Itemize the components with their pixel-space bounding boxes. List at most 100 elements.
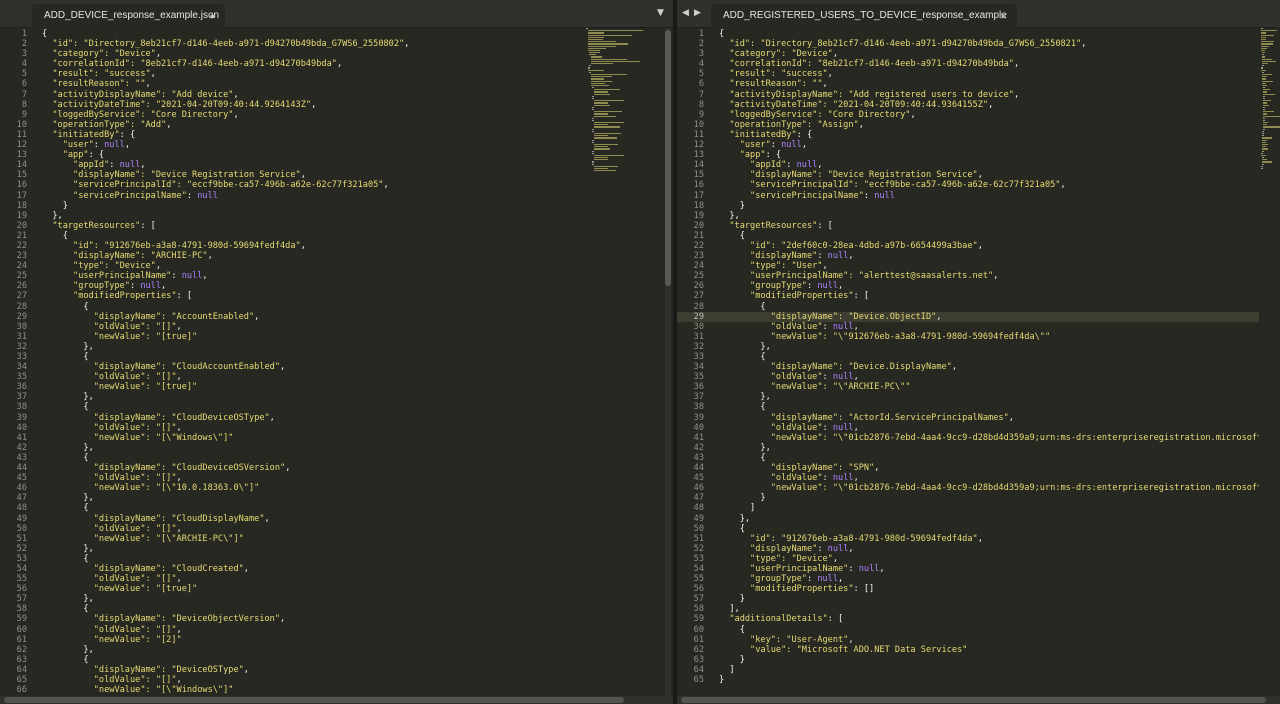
minimap[interactable]	[1259, 28, 1280, 696]
code-line[interactable]: 55 "oldValue": "[]",	[0, 574, 673, 584]
code-line[interactable]: 42 },	[0, 443, 673, 453]
code-line[interactable]: 28 {	[677, 302, 1280, 312]
code-line[interactable]: 57 },	[0, 594, 673, 604]
code-line[interactable]: 9 "loggedByService": "Core Directory",	[677, 110, 1280, 120]
code-line[interactable]: 39 "displayName": "ActorId.ServicePrinci…	[677, 413, 1280, 423]
code-line[interactable]: 44 "displayName": "SPN",	[677, 463, 1280, 473]
code-line[interactable]: 7 "activityDisplayName": "Add device",	[0, 90, 673, 100]
code-line[interactable]: 54 "displayName": "CloudCreated",	[0, 564, 673, 574]
minimap[interactable]	[584, 28, 664, 696]
code-line[interactable]: 29 "displayName": "Device.ObjectID",	[677, 311, 1280, 322]
code-line[interactable]: 58 ],	[677, 604, 1280, 614]
code-line[interactable]: 43 {	[0, 453, 673, 463]
code-line[interactable]: 45 "oldValue": null,	[677, 473, 1280, 483]
code-line[interactable]: 34 "displayName": "Device.DisplayName",	[677, 362, 1280, 372]
next-tab-icon[interactable]: ▶	[694, 0, 701, 27]
code-line[interactable]: 26 "groupType": null,	[677, 281, 1280, 291]
code-line[interactable]: 23 "displayName": "ARCHIE-PC",	[0, 251, 673, 261]
code-line[interactable]: 52 },	[0, 544, 673, 554]
code-line[interactable]: 59 "displayName": "DeviceObjectVersion",	[0, 614, 673, 624]
code-line[interactable]: 17 "servicePrincipalName": null	[677, 191, 1280, 201]
code-line[interactable]: 41 "newValue": "\"01cb2876-7ebd-4aa4-9cc…	[677, 433, 1280, 443]
code-line[interactable]: 14 "appId": null,	[0, 160, 673, 170]
code-line[interactable]: 13 "app": {	[677, 150, 1280, 160]
code-line[interactable]: 51 "id": "912676eb-a3a8-4791-980d-59694f…	[677, 534, 1280, 544]
code-line[interactable]: 49 },	[677, 514, 1280, 524]
code-line[interactable]: 24 "type": "Device",	[0, 261, 673, 271]
code-line[interactable]: 8 "activityDateTime": "2021-04-20T09:40:…	[677, 100, 1280, 110]
code-line[interactable]: 53 "type": "Device",	[677, 554, 1280, 564]
code-line[interactable]: 25 "userPrincipalName": null,	[0, 271, 673, 281]
code-line[interactable]: 20 "targetResources": [	[0, 221, 673, 231]
code-line[interactable]: 21 {	[0, 231, 673, 241]
code-line[interactable]: 3 "category": "Device",	[0, 49, 673, 59]
code-line[interactable]: 17 "servicePrincipalName": null	[0, 191, 673, 201]
code-line[interactable]: 56 "newValue": "[true]"	[0, 584, 673, 594]
code-line[interactable]: 41 "newValue": "[\"Windows\"]"	[0, 433, 673, 443]
code-area[interactable]: 1{2 "id": "Directory_8eb21cf7-d146-4eeb-…	[0, 29, 673, 695]
code-line[interactable]: 14 "appId": null,	[677, 160, 1280, 170]
code-line[interactable]: 47 }	[677, 493, 1280, 503]
code-line[interactable]: 13 "app": {	[0, 150, 673, 160]
code-line[interactable]: 30 "oldValue": "[]",	[0, 322, 673, 332]
code-line[interactable]: 39 "displayName": "CloudDeviceOSType",	[0, 413, 673, 423]
code-line[interactable]: 60 {	[677, 625, 1280, 635]
close-tab-icon[interactable]: ×	[1000, 4, 1007, 28]
code-line[interactable]: 51 "newValue": "[\"ARCHIE-PC\"]"	[0, 534, 673, 544]
code-line[interactable]: 36 "newValue": "\"ARCHIE-PC\""	[677, 382, 1280, 392]
code-line[interactable]: 33 {	[0, 352, 673, 362]
code-line[interactable]: 40 "oldValue": null,	[677, 423, 1280, 433]
code-line[interactable]: 43 {	[677, 453, 1280, 463]
code-line[interactable]: 66 "newValue": "[\"Windows\"]"	[0, 685, 673, 695]
code-line[interactable]: 42 },	[677, 443, 1280, 453]
code-line[interactable]: 4 "correlationId": "8eb21cf7-d146-4eeb-a…	[0, 59, 673, 69]
modified-indicator-icon[interactable]: ●	[210, 4, 215, 28]
code-line[interactable]: 65 "oldValue": "[]",	[0, 675, 673, 685]
code-line[interactable]: 62 "value": "Microsoft ADO.NET Data Serv…	[677, 645, 1280, 655]
code-line[interactable]: 31 "newValue": "\"912676eb-a3a8-4791-980…	[677, 332, 1280, 342]
code-line[interactable]: 56 "modifiedProperties": []	[677, 584, 1280, 594]
code-line[interactable]: 6 "resultReason": "",	[0, 79, 673, 89]
code-line[interactable]: 5 "result": "success",	[677, 69, 1280, 79]
code-line[interactable]: 37 },	[0, 392, 673, 402]
code-line[interactable]: 15 "displayName": "Device Registration S…	[0, 170, 673, 180]
code-line[interactable]: 24 "type": "User",	[677, 261, 1280, 271]
code-line[interactable]: 31 "newValue": "[true]"	[0, 332, 673, 342]
code-line[interactable]: 54 "userPrincipalName": null,	[677, 564, 1280, 574]
code-line[interactable]: 50 "oldValue": "[]",	[0, 524, 673, 534]
code-line[interactable]: 44 "displayName": "CloudDeviceOSVersion"…	[0, 463, 673, 473]
tab-add-registered-users[interactable]: ADD_REGISTERED_USERS_TO_DEVICE_response_…	[711, 4, 1017, 45]
code-line[interactable]: 53 {	[0, 554, 673, 564]
code-line[interactable]: 11 "initiatedBy": {	[677, 130, 1280, 140]
code-line[interactable]: 23 "displayName": null,	[677, 251, 1280, 261]
code-line[interactable]: 19 },	[0, 211, 673, 221]
code-line[interactable]: 40 "oldValue": "[]",	[0, 423, 673, 433]
code-line[interactable]: 18 }	[677, 201, 1280, 211]
code-line[interactable]: 38 {	[677, 402, 1280, 412]
code-line[interactable]: 10 "operationType": "Assign",	[677, 120, 1280, 130]
code-line[interactable]: 21 {	[677, 231, 1280, 241]
code-line[interactable]: 47 },	[0, 493, 673, 503]
code-line[interactable]: 57 }	[677, 594, 1280, 604]
code-line[interactable]: 6 "resultReason": "",	[677, 79, 1280, 89]
code-line[interactable]: 20 "targetResources": [	[677, 221, 1280, 231]
code-line[interactable]: 2 "id": "Directory_8eb21cf7-d146-4eeb-a9…	[677, 39, 1280, 49]
code-area[interactable]: 1{2 "id": "Directory_8eb21cf7-d146-4eeb-…	[677, 29, 1280, 685]
code-line[interactable]: 61 "key": "User-Agent",	[677, 635, 1280, 645]
code-line[interactable]: 22 "id": "2def60c0-28ea-4dbd-a97b-665449…	[677, 241, 1280, 251]
code-line[interactable]: 8 "activityDateTime": "2021-04-20T09:40:…	[0, 100, 673, 110]
code-line[interactable]: 28 {	[0, 302, 673, 312]
code-line[interactable]: 48 ]	[677, 503, 1280, 513]
code-line[interactable]: 46 "newValue": "[\"10.0.18363.0\"]"	[0, 483, 673, 493]
scrollbar-thumb[interactable]	[665, 30, 671, 286]
code-line[interactable]: 15 "displayName": "Device Registration S…	[677, 170, 1280, 180]
code-line[interactable]: 27 "modifiedProperties": [	[0, 291, 673, 301]
code-line[interactable]: 61 "newValue": "[2]"	[0, 635, 673, 645]
code-line[interactable]: 10 "operationType": "Add",	[0, 120, 673, 130]
code-line[interactable]: 65}	[677, 675, 1280, 685]
code-line[interactable]: 62 },	[0, 645, 673, 655]
code-line[interactable]: 12 "user": null,	[0, 140, 673, 150]
code-line[interactable]: 11 "initiatedBy": {	[0, 130, 673, 140]
code-line[interactable]: 52 "displayName": null,	[677, 544, 1280, 554]
code-line[interactable]: 50 {	[677, 524, 1280, 534]
